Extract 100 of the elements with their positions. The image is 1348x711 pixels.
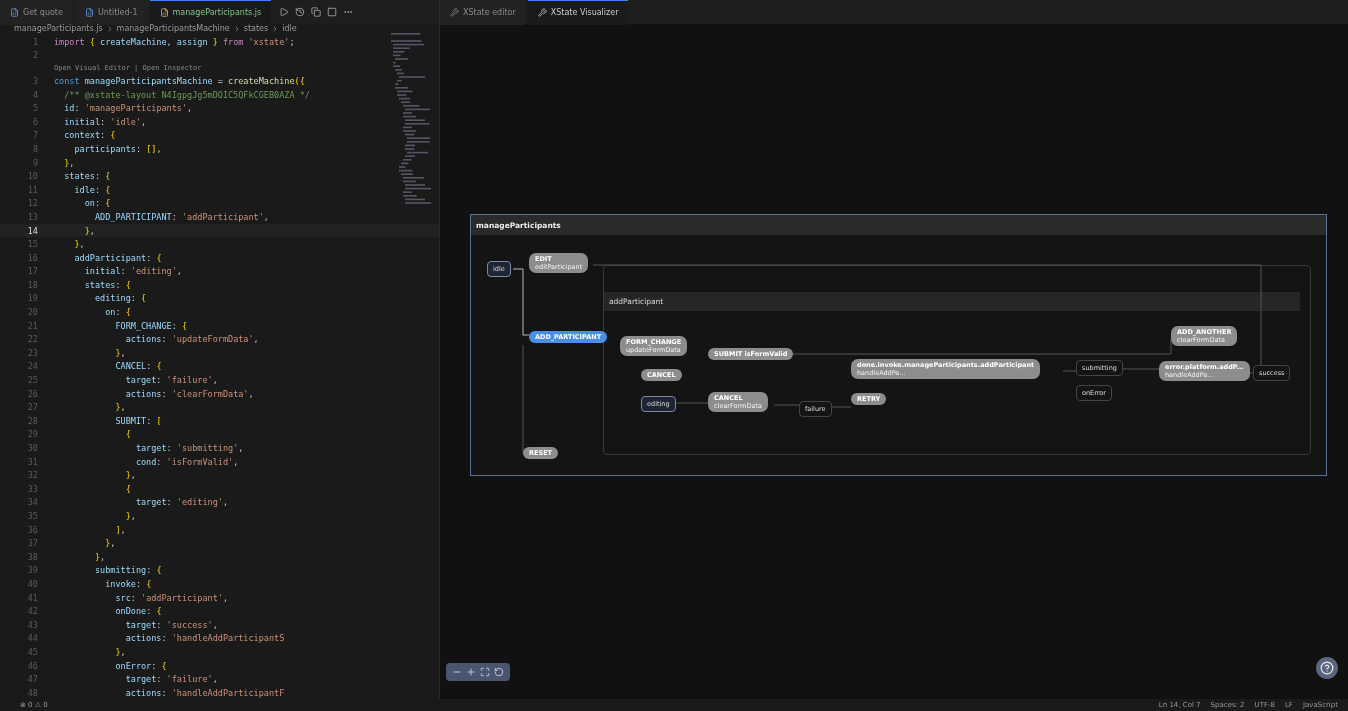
code-line: on: { [104,307,131,318]
run-icon[interactable] [279,7,290,17]
line-number: 14 [26,225,39,236]
line-number: 7 [31,130,39,141]
line-number: 42 [26,606,39,617]
code-line: participants: [], [73,143,162,154]
code-line: }, [73,239,85,250]
breadcrumb-item[interactable]: manageParticipantsMachine [116,24,230,33]
code-line: on: { [83,198,111,209]
line-number: 16 [26,252,39,263]
code-line: }, [114,646,126,657]
line-number: 20 [26,307,39,318]
transition-line [773,404,800,406]
code-line: const manageParticipantsMachine = createMachine({ [54,76,305,86]
line-number: 47 [26,674,39,685]
code-line: initial: 'idle', [63,116,147,127]
code-line: }, [124,470,136,481]
editor-tab[interactable]: Get quote [0,0,73,25]
line-number: 26 [26,388,39,399]
file-icon [10,8,19,17]
breadcrumb-item[interactable]: idle [282,24,297,33]
editor-tab[interactable]: Untitled-1 [74,0,148,25]
code-line: addParticipant: { [73,252,162,263]
line-number: 18 [26,279,39,290]
fit-view-button[interactable] [480,667,490,677]
code-line: editing: { [93,293,147,304]
code-line: { [124,429,131,440]
panel-tab[interactable]: XState Visualizer [527,0,629,25]
code-line: initial: 'editing', [83,266,182,277]
line-number: 12 [26,198,39,209]
code-line: context: { [63,130,116,141]
file-icon [159,8,169,17]
panel-tab[interactable]: XState editor [440,0,526,25]
line-number: 17 [26,266,39,277]
code-line: ADD_PARTICIPANT: 'addParticipant', [93,211,269,222]
line-number: 25 [26,375,39,386]
breadcrumb-item[interactable]: manageParticipants.js [14,24,103,33]
line-number: 30 [26,443,39,453]
code-line: cond: 'isFormValid', [134,456,239,467]
code-line: submitting: { [93,565,162,576]
wrench-icon [537,8,547,17]
line-number: 28 [26,415,39,426]
line-number: 36 [26,524,39,535]
code-line: }, [114,347,126,358]
code-line: }, [104,538,116,549]
code-line: actions: 'clearFormData', [124,388,254,399]
code-line: CANCEL: { [114,361,162,372]
code-line: target: 'failure', [124,674,218,685]
line-number: 1 [31,36,39,47]
line-number: 37 [26,538,39,549]
line-number: 10 [26,171,39,182]
code-line: { [124,483,131,494]
code-line: id: 'manageParticipants', [63,103,193,114]
line-number: 19 [26,293,39,304]
transition-line [830,406,852,408]
line-number: 11 [26,184,39,195]
code-line: target: 'editing', [134,497,229,508]
line-number: 5 [31,103,39,114]
code-line: onDone: { [114,606,162,617]
line-number: 22 [26,334,39,345]
code-line: FORM_CHANGE: { [114,320,188,331]
line-number: 27 [26,402,39,413]
editor-tab[interactable]: manageParticipants.js [149,0,272,25]
split-editor-icon[interactable] [311,7,322,17]
line-number: 2 [31,50,39,61]
code-line: actions: 'handleAddParticipantF [124,687,285,698]
code-line: }, [93,551,106,562]
line-number: 29 [26,429,39,440]
line-number: 21 [26,320,39,331]
code-line: target: 'failure', [124,375,218,386]
help-button[interactable] [1316,657,1338,679]
code-line: target: 'success', [124,619,218,630]
code-line: invoke: { [104,578,152,589]
line-number: 24 [26,361,39,372]
breadcrumb-item[interactable]: states [243,24,269,33]
code-line: }, [83,225,95,236]
code-line: idle: { [73,184,111,195]
code-line: }, [114,402,126,413]
code-line: SUBMIT: [ [114,415,162,426]
line-number: 32 [26,470,39,481]
line-number: 23 [26,347,39,358]
file-icon [84,8,94,17]
code-line: import { createMachine, assign } from 'xstate'; [54,36,295,47]
history-icon[interactable] [295,7,306,17]
layout-icon[interactable] [327,7,338,17]
code-line: src: 'addParticipant', [114,592,229,603]
code-line: actions: 'updateFormData', [124,334,259,345]
wrench-icon [450,8,459,17]
code-line: }, [63,157,75,168]
code-line: target: 'submitting', [134,443,244,453]
reset-button[interactable] [494,667,504,677]
code-line: states: { [63,171,111,182]
code-line: }, [124,511,136,521]
zoom-in-button[interactable] [466,667,476,677]
code-line: ], [114,524,126,535]
line-number: 15 [26,239,39,250]
line-number: 40 [26,578,39,589]
line-number: 41 [26,592,39,603]
code-line: /** @xstate-layout N4IgpgJg5mDOIC5QFkCGEB0AZA */ [63,89,310,100]
code-line: onError: { [114,660,167,671]
